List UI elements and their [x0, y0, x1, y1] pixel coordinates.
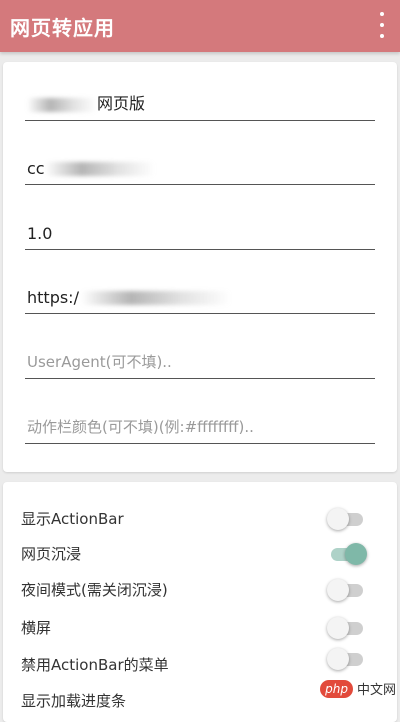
redacted-text [45, 162, 155, 176]
url-value: https:/ [27, 288, 79, 307]
toggle-switch[interactable] [327, 579, 367, 601]
watermark-badge: php [320, 679, 353, 698]
toggle-switch[interactable] [327, 648, 367, 670]
setting-disable-actionbar-menu[interactable]: 禁用ActionBar的菜单 [3, 646, 397, 682]
version-field[interactable]: 1.0 [25, 213, 375, 250]
setting-label: 显示ActionBar [21, 510, 124, 528]
app-name-field[interactable]: 网页版 [25, 84, 375, 121]
app-title: 网页转应用 [10, 15, 115, 40]
toggle-switch[interactable] [327, 543, 367, 565]
version-value: 1.0 [27, 224, 53, 243]
setting-night-mode[interactable]: 夜间模式(需关闭沉浸) [3, 571, 397, 607]
package-name-field[interactable]: cc [25, 148, 375, 185]
setting-label: 网页沉浸 [21, 545, 82, 563]
setting-label: 禁用ActionBar的菜单 [21, 656, 169, 674]
setting-immersive[interactable]: 网页沉浸 [3, 535, 397, 571]
watermark-site: 中文网 [356, 683, 396, 698]
package-name-value: cc [27, 159, 45, 178]
setting-landscape[interactable]: 横屏 [3, 609, 397, 645]
url-field[interactable]: https:/ [25, 277, 375, 314]
app-name-value: 网页版 [97, 94, 146, 113]
setting-label: 横屏 [21, 619, 52, 637]
toggle-switch[interactable] [327, 508, 367, 530]
app-info-form: 网页版 cc 1.0 https:/ UserAgent(可不填).. 动作栏颜… [3, 62, 397, 472]
site-watermark: php 中文网 [320, 679, 396, 698]
actionbar-color-placeholder: 动作栏颜色(可不填)(例:#ffffffff).. [27, 418, 254, 436]
useragent-field[interactable]: UserAgent(可不填).. [25, 342, 375, 379]
actionbar-color-field[interactable]: 动作栏颜色(可不填)(例:#ffffffff).. [25, 407, 375, 444]
setting-label: 显示加载进度条 [21, 692, 127, 710]
more-vert-icon[interactable] [378, 12, 386, 38]
redacted-text [81, 291, 231, 305]
redacted-text [27, 98, 97, 112]
useragent-placeholder: UserAgent(可不填).. [27, 353, 172, 371]
toggle-switch[interactable] [327, 617, 367, 639]
app-bar: 网页转应用 [0, 0, 400, 52]
setting-label: 夜间模式(需关闭沉浸) [21, 581, 168, 599]
setting-show-actionbar[interactable]: 显示ActionBar [3, 500, 397, 536]
